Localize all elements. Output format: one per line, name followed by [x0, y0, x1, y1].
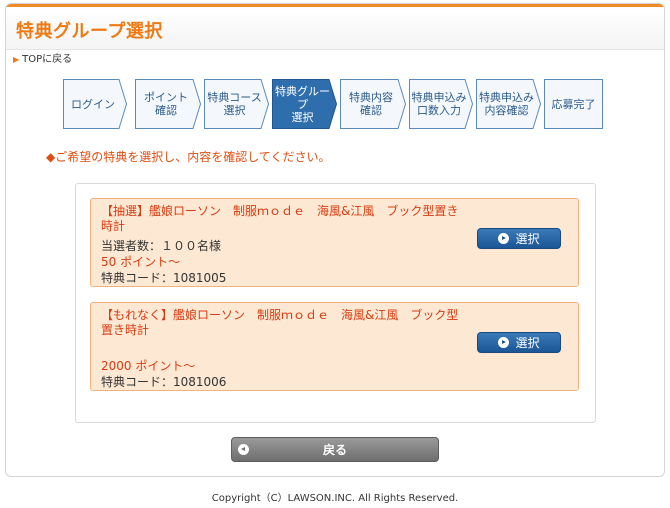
step-4: 特典グループ 選択: [272, 79, 337, 129]
step-6: 特典申込み 口数入力: [409, 79, 473, 129]
offer-points: 2000 ポイント～: [101, 359, 196, 373]
offer-panel: 【抽選】艦娘ローソン 制服ｍｏｄｅ 海風&江風 ブック型置き時計 当選者数：１０…: [75, 183, 596, 423]
header: 特典グループ選択: [6, 7, 664, 50]
offer-code: 特典コード：1081006: [101, 375, 227, 389]
copyright: Copyright（C）LAWSON.INC. All Rights Reser…: [211, 493, 459, 504]
step-label: ポイント 確認: [144, 91, 188, 117]
select-button[interactable]: 選択: [477, 332, 561, 353]
offer-name: 【抽選】艦娘ローソン 制服ｍｏｄｅ 海風&江風 ブック型置き時計: [101, 204, 459, 233]
step-label: 特典申込み 口数入力: [411, 91, 467, 117]
step-8: 応募完了: [544, 79, 603, 129]
play-icon: [498, 233, 510, 244]
step-5: 特典内容 確認: [340, 79, 406, 129]
step-1: ログイン: [63, 79, 127, 129]
play-icon: [498, 337, 510, 348]
step-label: ログイン: [71, 97, 115, 111]
step-3: 特典コース 選択: [204, 79, 269, 129]
offer-winners: 当選者数：１００名様: [101, 239, 222, 253]
back-button[interactable]: 戻る: [231, 437, 439, 462]
step-label: 特典内容 確認: [349, 91, 393, 117]
step-label: 応募完了: [551, 97, 596, 111]
select-label: 選択: [515, 232, 540, 246]
back-to-top-label: TOPに戻る: [22, 54, 73, 65]
back-arrow-icon: [238, 444, 249, 455]
step-2: ポイント 確認: [135, 79, 201, 129]
offer-points: 50 ポイント～: [101, 255, 181, 269]
progress-steps: ログイン ポイント 確認 特典コース 選択 特典グループ 選択 特典内容 確認 特典申込み…: [63, 79, 603, 131]
select-button[interactable]: 選択: [477, 228, 561, 249]
select-label: 選択: [515, 336, 540, 350]
step-7: 特典申込み 内容確認: [476, 79, 541, 129]
triangle-right-icon: ▶: [13, 55, 20, 64]
back-to-top-link[interactable]: ▶ TOPに戻る: [13, 50, 72, 65]
instruction-text: ◆ご希望の特典を選択し、内容を確認してください。: [46, 150, 331, 164]
step-label: 特典グループ 選択: [275, 84, 330, 124]
offer-card: 【もれなく】艦娘ローソン 制服ｍｏｄｅ 海風&江風 ブック型置き時計 2000 …: [90, 302, 579, 391]
back-label: 戻る: [322, 443, 347, 457]
step-label: 特典申込み 内容確認: [479, 91, 534, 117]
step-label: 特典コース 選択: [207, 91, 262, 117]
offer-name: 【もれなく】艦娘ローソン 制服ｍｏｄｅ 海風&江風 ブック型置き時計: [101, 308, 459, 337]
offer-card: 【抽選】艦娘ローソン 制服ｍｏｄｅ 海風&江風 ブック型置き時計 当選者数：１０…: [90, 198, 579, 287]
page-title: 特典グループ選択: [16, 21, 163, 42]
offer-code: 特典コード：1081005: [101, 271, 227, 285]
